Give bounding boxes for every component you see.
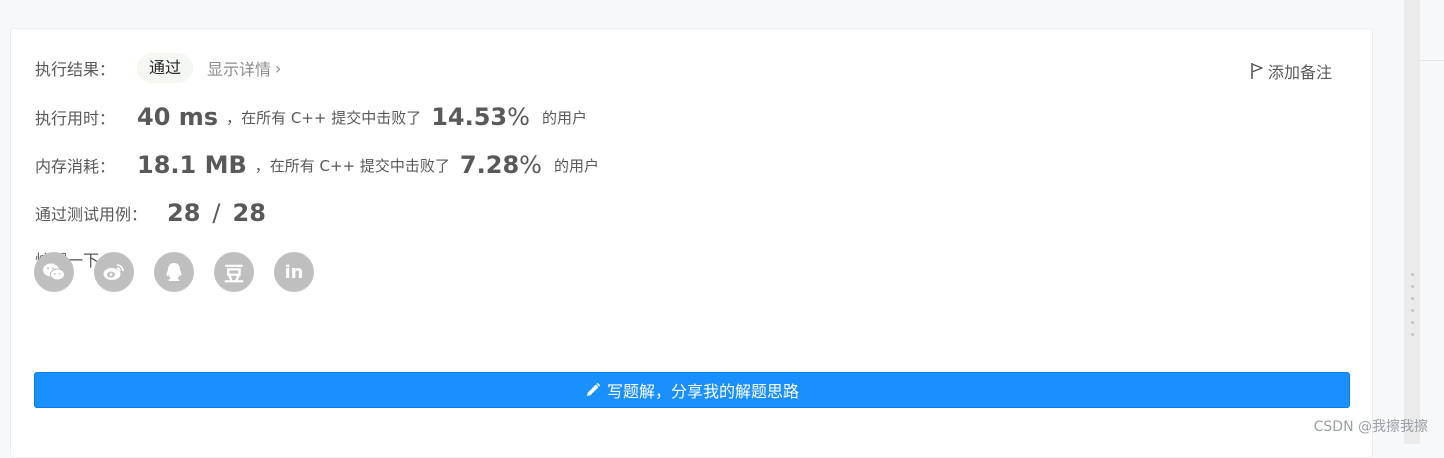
- status-badge: 通过: [137, 53, 194, 83]
- chevron-right-icon: ›: [275, 58, 282, 78]
- linkedin-glyph: in: [284, 261, 304, 283]
- runtime-percent-unit: %: [507, 103, 530, 131]
- show-details-label: 显示详情: [207, 60, 272, 79]
- result-row: 执行结果： 通过 显示详情 ›: [35, 53, 281, 83]
- result-label: 执行结果：: [35, 60, 116, 79]
- share-icons: 豆 in: [34, 252, 334, 292]
- add-note-button[interactable]: 添加备注: [1250, 59, 1332, 83]
- douban-glyph: 豆: [224, 261, 244, 286]
- runtime-row: 执行用时： 40 ms ，在所有 C++ 提交中击败了 14.53% 的用户: [35, 103, 587, 131]
- runtime-percent-value: 14.53: [431, 103, 508, 131]
- pencil-icon: [586, 382, 601, 396]
- memory-value: 18.1 MB: [137, 151, 247, 179]
- memory-suffix: 的用户: [553, 156, 599, 175]
- resize-grip-icon[interactable]: [1411, 273, 1415, 345]
- write-solution-label: 写题解，分享我的解题思路: [606, 382, 799, 401]
- panel-resize-bar[interactable]: [1404, 0, 1420, 444]
- memory-percent-value: 7.28: [459, 151, 520, 179]
- flag-icon: [1251, 63, 1263, 79]
- add-note-label: 添加备注: [1267, 63, 1332, 82]
- runtime-value: 40 ms: [137, 103, 219, 131]
- tests-total: 28: [232, 199, 266, 227]
- runtime-label: 执行用时：: [35, 109, 116, 128]
- write-solution-button[interactable]: 写题解，分享我的解题思路: [34, 372, 1350, 408]
- memory-row: 内存消耗： 18.1 MB ，在所有 C++ 提交中击败了 7.28% 的用户: [35, 151, 599, 179]
- douban-icon[interactable]: 豆: [214, 252, 254, 292]
- memory-percent: 7.28%: [460, 151, 542, 179]
- show-details-link[interactable]: 显示详情 ›: [207, 56, 281, 80]
- weibo-icon[interactable]: [94, 252, 134, 292]
- wechat-icon[interactable]: [34, 252, 74, 292]
- right-panel-header: [1420, 0, 1444, 61]
- tests-row: 通过测试用例： 28 / 28: [35, 199, 266, 227]
- memory-percent-unit: %: [519, 151, 542, 179]
- tests-separator: /: [212, 199, 221, 227]
- tests-label: 通过测试用例：: [35, 205, 148, 224]
- memory-beat-text: ，在所有 C++ 提交中击败了: [254, 156, 450, 175]
- runtime-suffix: 的用户: [541, 108, 587, 127]
- runtime-beat-text: ，在所有 C++ 提交中击败了: [226, 108, 422, 127]
- tests-passed: 28: [167, 199, 201, 227]
- linkedin-icon[interactable]: in: [274, 252, 314, 292]
- csdn-watermark: CSDN @我擦我擦: [1313, 419, 1428, 435]
- memory-label: 内存消耗：: [35, 157, 116, 176]
- qq-icon[interactable]: [154, 252, 194, 292]
- runtime-percent: 14.53%: [431, 103, 530, 131]
